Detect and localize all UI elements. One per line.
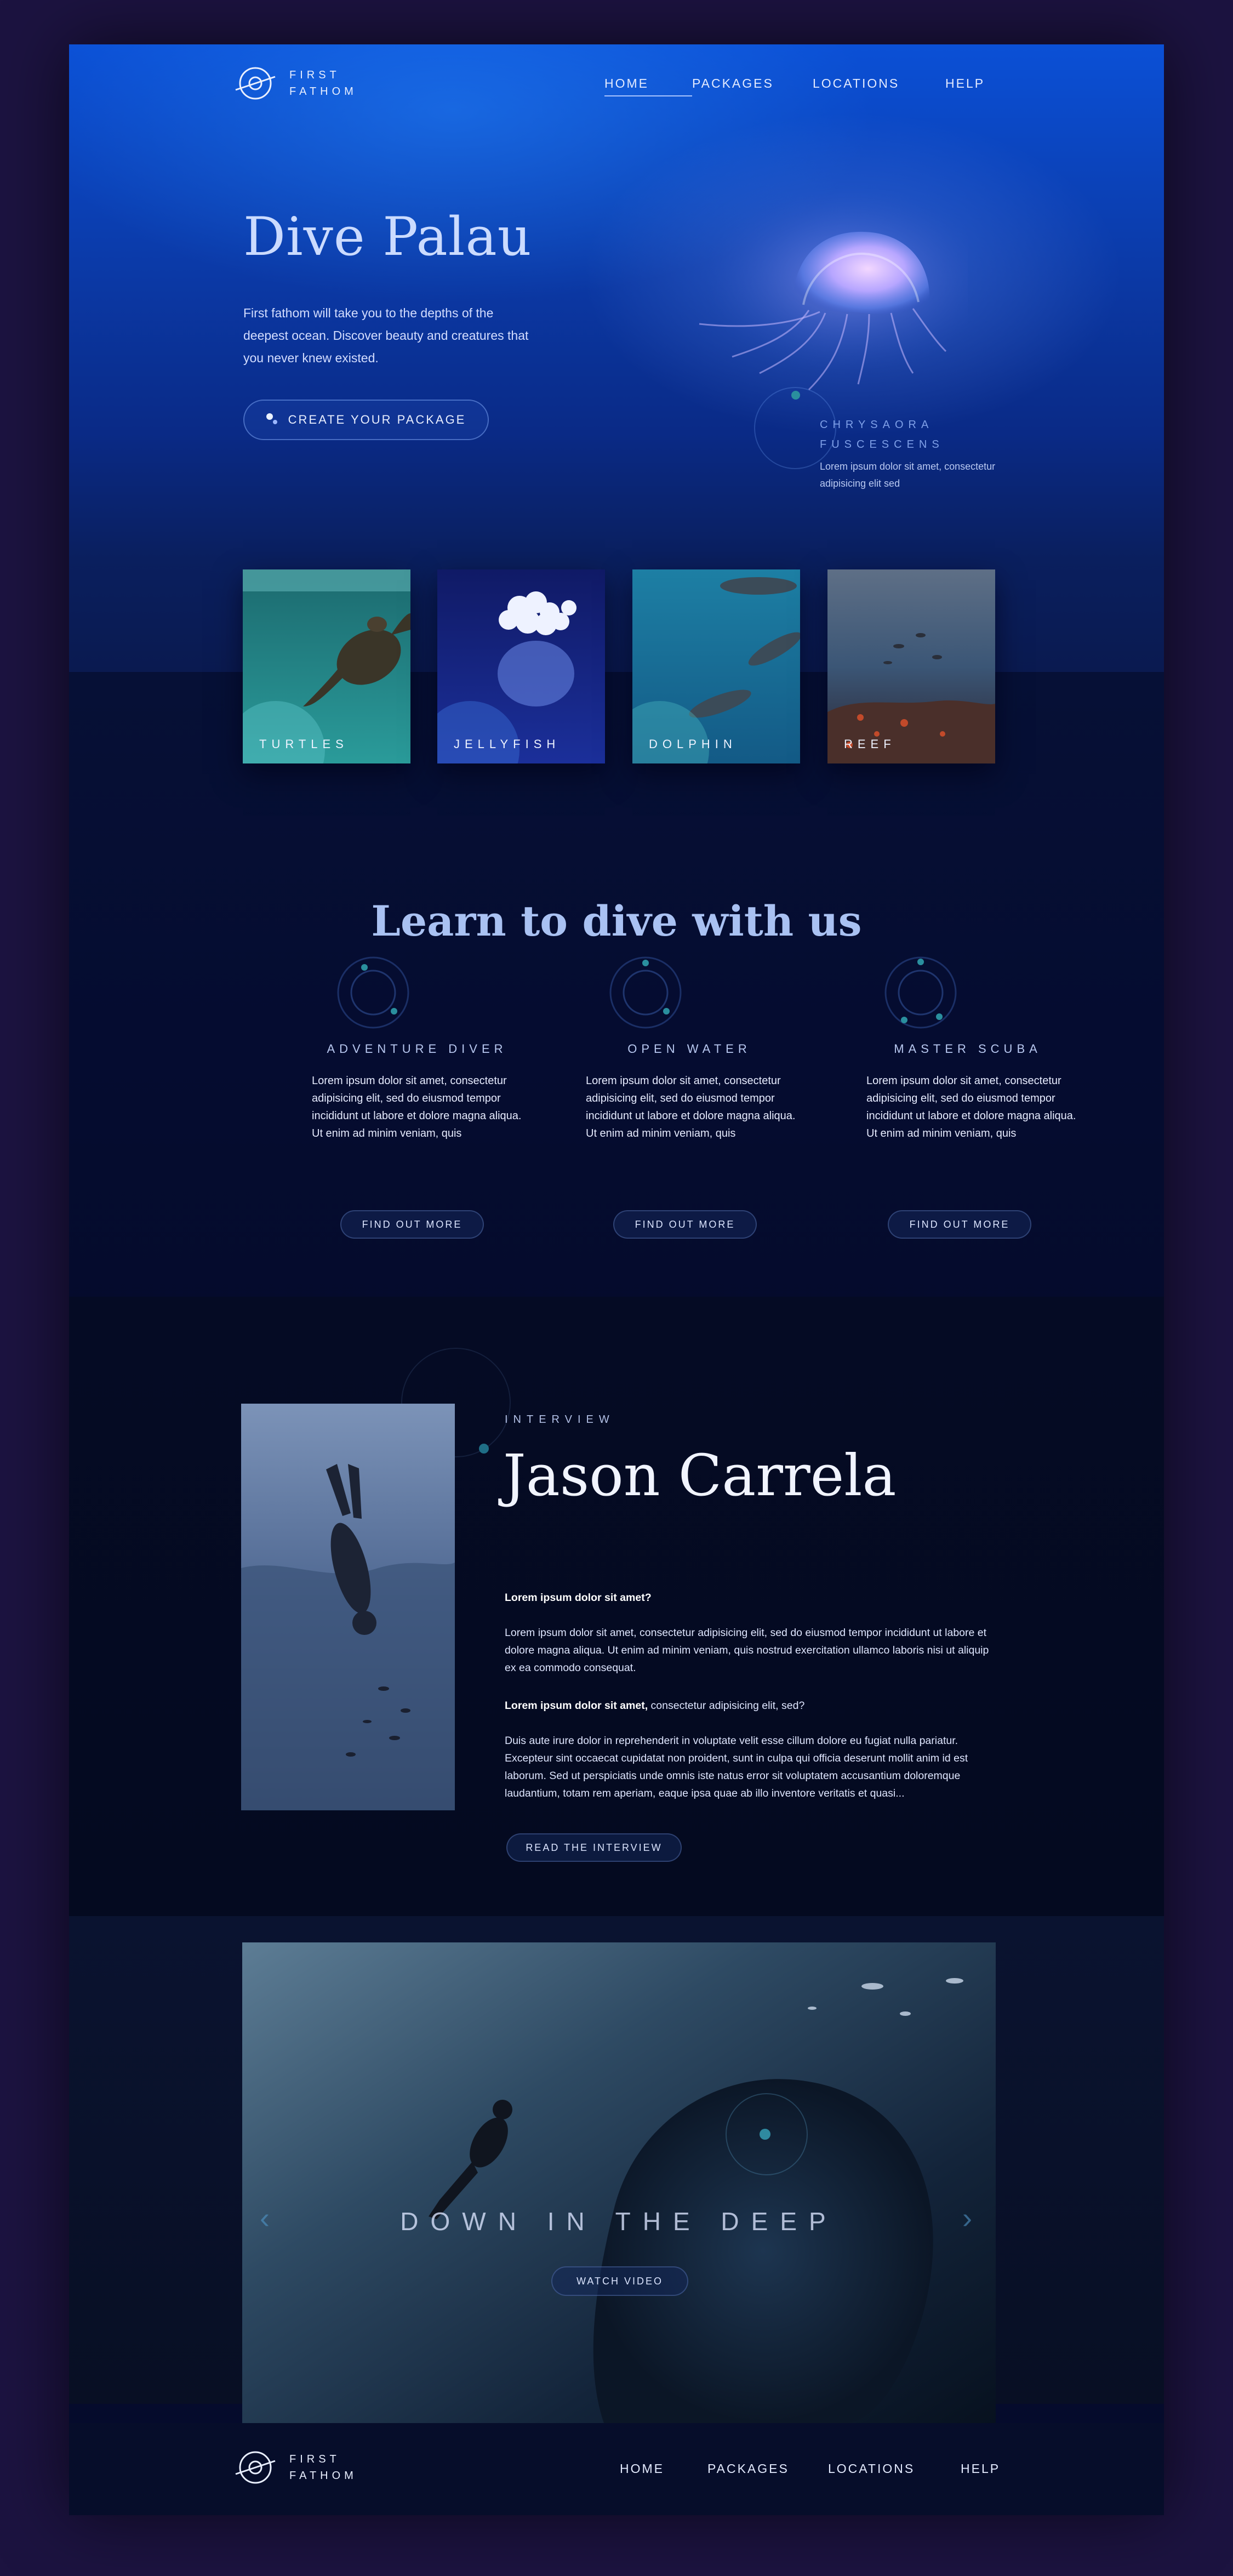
diver-portrait (241, 1404, 455, 1810)
interview-marker (479, 1444, 489, 1454)
adventure-diver-icon (337, 956, 409, 1029)
course-description: Lorem ipsum dolor sit amet, consectetur … (866, 1075, 1076, 1139)
question-text: Lorem ipsum dolor sit amet? (505, 1592, 652, 1604)
card-reef[interactable]: REEF (827, 569, 995, 763)
course-description: Lorem ipsum dolor sit amet, consectetur … (586, 1075, 796, 1139)
nav-item-packages[interactable]: PACKAGES (692, 76, 813, 91)
question-text-bold: Lorem ipsum dolor sit amet, (505, 1700, 648, 1712)
interview-answer: Duis aute irure dolor in reprehenderit i… (505, 1735, 968, 1799)
watch-video-button[interactable]: WATCH VIDEO (551, 2266, 688, 2296)
species-name: CHRYSAORA FUSCESCENS (820, 419, 944, 451)
card-jellyfish[interactable]: JELLYFISH (437, 569, 605, 763)
landing-page: FIRST FATHOM HOME PACKAGES LOCATIONS HEL… (69, 44, 1164, 2515)
species-marker[interactable] (791, 391, 800, 400)
footer-nav-locations[interactable]: LOCATIONS (828, 2461, 961, 2476)
interview-section (69, 1297, 1164, 1916)
course-name: OPEN WATER (627, 1042, 751, 1056)
chevron-left-icon[interactable]: ‹ (260, 2201, 270, 2235)
read-interview-button[interactable]: READ THE INTERVIEW (506, 1833, 682, 1862)
logo-icon (233, 61, 277, 105)
interview-question: Lorem ipsum dolor sit amet, consectetur … (505, 1697, 998, 1714)
video-title: DOWN IN THE DEEP (400, 2207, 838, 2236)
card-label: JELLYFISH (454, 737, 561, 751)
learn-title: Learn to dive with us (371, 897, 862, 945)
card-label: REEF (844, 737, 896, 751)
reef-image (827, 569, 995, 763)
nav-item-help[interactable]: HELP (945, 76, 989, 91)
bubbles-icon (266, 413, 279, 426)
open-water-icon (609, 956, 682, 1029)
footer-logo[interactable]: FIRST FATHOM (233, 2446, 357, 2489)
create-package-button[interactable]: CREATE YOUR PACKAGE (243, 400, 489, 440)
interview-label: INTERVIEW (505, 1414, 615, 1426)
course-name: ADVENTURE DIVER (327, 1042, 507, 1056)
find-out-more-button[interactable]: FIND OUT MORE (888, 1210, 1031, 1239)
deep-dive-image (242, 1942, 996, 2423)
logo-icon (233, 2446, 277, 2489)
card-dolphin[interactable]: DOLPHIN (632, 569, 800, 763)
jellyfish-card-image (437, 569, 605, 763)
find-out-more-button[interactable]: FIND OUT MORE (340, 1210, 484, 1239)
course-name: MASTER SCUBA (894, 1042, 1042, 1056)
video-banner (242, 1942, 996, 2423)
card-turtles[interactable]: TURTLES (243, 569, 410, 763)
header-nav: HOME PACKAGES LOCATIONS HELP (604, 76, 989, 96)
card-label: TURTLES (259, 737, 349, 751)
footer-nav-help[interactable]: HELP (961, 2461, 1004, 2476)
turtle-image (243, 569, 410, 763)
footer-nav: HOME PACKAGES LOCATIONS HELP (620, 2461, 1004, 2476)
footer-nav-home[interactable]: HOME (620, 2461, 707, 2476)
interviewee-name: Jason Carrela (503, 1442, 897, 1509)
question-text-rest: consectetur adipisicing elit, sed? (648, 1700, 805, 1712)
interview-answer: Lorem ipsum dolor sit amet, consectetur … (505, 1627, 989, 1674)
header-logo[interactable]: FIRST FATHOM (233, 61, 357, 105)
freediver-image (241, 1404, 455, 1810)
hero-description: First fathom will take you to the depths… (243, 306, 529, 365)
interview-question: Lorem ipsum dolor sit amet? (505, 1589, 998, 1606)
chevron-right-icon[interactable]: › (962, 2201, 972, 2235)
find-out-more-button[interactable]: FIND OUT MORE (613, 1210, 757, 1239)
create-package-label: CREATE YOUR PACKAGE (288, 413, 466, 426)
logo-text: FIRST FATHOM (289, 2453, 357, 2482)
video-marker (760, 2129, 770, 2140)
hero-section (69, 44, 1164, 672)
course-description: Lorem ipsum dolor sit amet, consectetur … (312, 1075, 522, 1139)
nav-item-locations[interactable]: LOCATIONS (813, 76, 945, 91)
card-label: DOLPHIN (649, 737, 737, 751)
footer-nav-packages[interactable]: PACKAGES (707, 2461, 828, 2476)
dolphin-image (632, 569, 800, 763)
master-scuba-icon (884, 956, 957, 1029)
hero-title: Dive Palau (243, 206, 532, 267)
nav-item-home[interactable]: HOME (604, 76, 692, 96)
logo-text: FIRST FATHOM (289, 69, 357, 98)
species-description: Lorem ipsum dolor sit amet, consectetur … (820, 461, 996, 489)
